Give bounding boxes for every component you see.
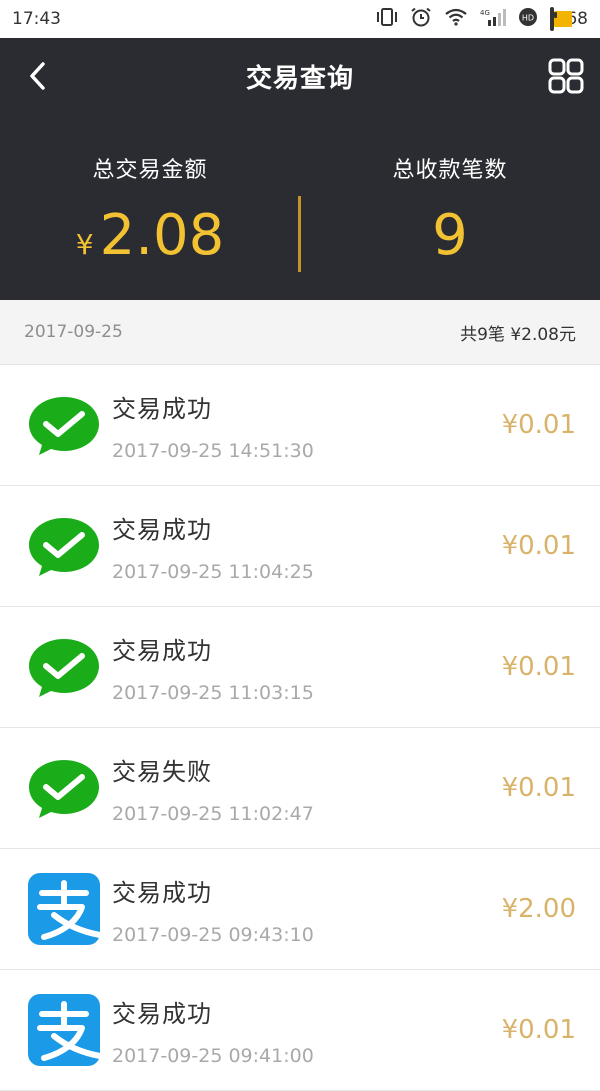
hd-icon: HD xyxy=(518,7,538,32)
group-total: 共9笔 ¥2.08元 xyxy=(460,324,576,345)
signal-icon: 4G xyxy=(480,8,507,31)
transaction-row[interactable]: 交易成功 2017-09-25 09:41:00 ¥0.01 xyxy=(0,970,600,1091)
header: 交易查询 总交易金额 ¥ 2.08 总收款笔数 9 xyxy=(0,38,600,300)
transaction-status: 交易成功 xyxy=(112,394,212,423)
svg-text:HD: HD xyxy=(522,13,534,22)
alarm-icon xyxy=(410,7,432,32)
transaction-amount: ¥0.01 xyxy=(501,410,576,440)
transaction-amount: ¥2.00 xyxy=(501,894,576,924)
chevron-left-icon xyxy=(30,62,45,90)
group-date: 2017-09-25 xyxy=(24,322,123,342)
transaction-list: 交易成功 2017-09-25 14:51:30 ¥0.01 交易成功 2017… xyxy=(0,365,600,1091)
transaction-amount: ¥0.01 xyxy=(501,1015,576,1045)
status-icons: 4G HD 68 xyxy=(376,7,588,32)
total-count: 9 xyxy=(432,208,468,264)
total-amount: ¥ 2.08 xyxy=(76,208,225,264)
transaction-status: 交易成功 xyxy=(112,878,212,907)
vibrate-icon xyxy=(376,7,398,31)
currency-symbol: ¥ xyxy=(75,228,94,261)
transaction-status: 交易成功 xyxy=(112,515,212,544)
total-count-value: 9 xyxy=(432,203,468,268)
alipay-icon xyxy=(26,871,103,947)
total-count-label: 总收款笔数 xyxy=(392,158,508,183)
nav-bar: 交易查询 xyxy=(0,38,600,114)
transaction-amount: ¥0.01 xyxy=(501,773,576,803)
transaction-row[interactable]: 交易成功 2017-09-25 11:03:15 ¥0.01 xyxy=(0,607,600,728)
status-bar: 17:43 4G HD 68 xyxy=(0,0,600,38)
wechat-pay-icon xyxy=(26,387,102,463)
transaction-amount: ¥0.01 xyxy=(501,652,576,682)
transaction-row[interactable]: 交易成功 2017-09-25 09:43:10 ¥2.00 xyxy=(0,849,600,970)
page-title: 交易查询 xyxy=(245,63,354,94)
wechat-pay-icon xyxy=(26,508,102,584)
alipay-icon xyxy=(26,992,103,1068)
transaction-time: 2017-09-25 09:43:10 xyxy=(112,923,314,946)
transaction-status: 交易失败 xyxy=(112,757,212,786)
transaction-status: 交易成功 xyxy=(112,636,212,665)
transaction-row[interactable]: 交易成功 2017-09-25 14:51:30 ¥0.01 xyxy=(0,365,600,486)
grid-icon xyxy=(548,58,584,94)
total-amount-label: 总交易金额 xyxy=(92,158,208,183)
transaction-status: 交易成功 xyxy=(112,999,212,1028)
back-button[interactable] xyxy=(18,56,58,96)
transaction-time: 2017-09-25 09:41:00 xyxy=(112,1044,314,1067)
status-time: 17:43 xyxy=(12,9,61,29)
svg-text:4G: 4G xyxy=(480,9,490,17)
summary-divider xyxy=(298,196,301,272)
total-amount-value: 2.08 xyxy=(99,203,225,268)
transaction-row[interactable]: 交易成功 2017-09-25 11:04:25 ¥0.01 xyxy=(0,486,600,607)
transaction-time: 2017-09-25 11:02:47 xyxy=(112,802,314,825)
transaction-time: 2017-09-25 11:03:15 xyxy=(112,681,314,704)
date-group-header: 2017-09-25 共9笔 ¥2.08元 xyxy=(0,300,600,365)
wechat-pay-icon xyxy=(26,750,102,826)
transaction-amount: ¥0.01 xyxy=(501,531,576,561)
summary-panel: 总交易金额 ¥ 2.08 总收款笔数 9 xyxy=(0,114,600,300)
transaction-time: 2017-09-25 14:51:30 xyxy=(112,439,314,462)
wifi-icon xyxy=(444,8,468,31)
transaction-time: 2017-09-25 11:04:25 xyxy=(112,560,314,583)
battery-icon xyxy=(550,7,573,31)
menu-button[interactable] xyxy=(546,56,586,96)
transaction-row[interactable]: 交易失败 2017-09-25 11:02:47 ¥0.01 xyxy=(0,728,600,849)
total-amount-block: 总交易金额 ¥ 2.08 xyxy=(0,114,300,300)
wechat-pay-icon xyxy=(26,629,102,705)
total-count-block: 总收款笔数 9 xyxy=(300,114,600,300)
